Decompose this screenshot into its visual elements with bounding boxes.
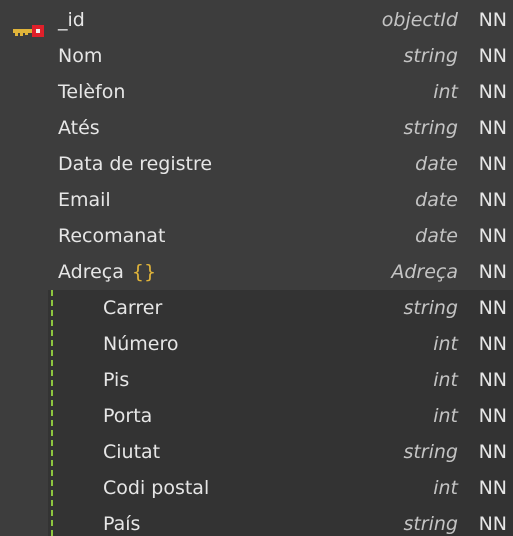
field-name-text: Adreça: [58, 261, 124, 283]
field-row-nom[interactable]: Nom string NN: [0, 38, 513, 74]
embedded-document-braces-icon[interactable]: {}: [132, 261, 156, 283]
field-name: Recomanat: [58, 225, 166, 247]
not-null-flag: NN: [478, 153, 507, 175]
field-type: Adreça: [391, 261, 458, 283]
not-null-flag: NN: [478, 477, 507, 499]
field-name: _id: [58, 9, 85, 31]
subfield-name: Ciutat: [103, 441, 161, 463]
not-null-flag: NN: [478, 261, 507, 283]
not-null-flag: NN: [478, 81, 507, 103]
field-type: string: [403, 45, 458, 67]
not-null-flag: NN: [478, 441, 507, 463]
field-name: Telèfon: [58, 81, 126, 103]
field-row-adreca[interactable]: Adreça {} Adreça NN: [0, 254, 513, 290]
subfield-row-numero[interactable]: Número int NN: [0, 326, 513, 362]
field-name: Atés: [58, 117, 100, 139]
field-row-ates[interactable]: Atés string NN: [0, 110, 513, 146]
field-row-data-de-registre[interactable]: Data de registre date NN: [0, 146, 513, 182]
not-null-flag: NN: [478, 297, 507, 319]
subfield-type: string: [403, 513, 458, 535]
subfield-name: País: [103, 513, 141, 535]
not-null-flag: NN: [478, 405, 507, 427]
subfield-row-pis[interactable]: Pis int NN: [0, 362, 513, 398]
subfield-type: string: [403, 297, 458, 319]
subfield-row-ciutat[interactable]: Ciutat string NN: [0, 434, 513, 470]
field-type: objectId: [381, 9, 458, 31]
subfield-type: int: [433, 333, 458, 355]
subfield-name: Porta: [103, 405, 153, 427]
field-type: string: [403, 117, 458, 139]
subfield-name: Número: [103, 333, 179, 355]
not-null-flag: NN: [478, 369, 507, 391]
field-row-id[interactable]: _id objectId NN: [0, 2, 513, 38]
field-name: Data de registre: [58, 153, 213, 175]
subfield-row-carrer[interactable]: Carrer string NN: [0, 290, 513, 326]
field-type: date: [415, 225, 458, 247]
key-icon: [13, 14, 45, 37]
subfield-type: int: [433, 369, 458, 391]
not-null-flag: NN: [478, 333, 507, 355]
subfield-row-porta[interactable]: Porta int NN: [0, 398, 513, 434]
subfield-type: int: [433, 405, 458, 427]
subfield-name: Pis: [103, 369, 130, 391]
not-null-flag: NN: [478, 9, 507, 31]
subfield-row-pais[interactable]: País string NN: [0, 506, 513, 536]
subfield-name: Carrer: [103, 297, 163, 319]
not-null-flag: NN: [478, 45, 507, 67]
field-type: date: [415, 189, 458, 211]
subfield-type: string: [403, 441, 458, 463]
field-row-telefon[interactable]: Telèfon int NN: [0, 74, 513, 110]
not-null-flag: NN: [478, 513, 507, 535]
subfield-row-codi-postal[interactable]: Codi postal int NN: [0, 470, 513, 506]
not-null-flag: NN: [478, 117, 507, 139]
field-name: Nom: [58, 45, 103, 67]
field-row-recomanat[interactable]: Recomanat date NN: [0, 218, 513, 254]
field-type: date: [415, 153, 458, 175]
field-type: int: [433, 81, 458, 103]
subfield-name: Codi postal: [103, 477, 210, 499]
field-row-email[interactable]: Email date NN: [0, 182, 513, 218]
subfield-type: int: [433, 477, 458, 499]
field-name: Email: [58, 189, 111, 211]
not-null-flag: NN: [478, 225, 507, 247]
field-name: Adreça {}: [58, 254, 156, 290]
not-null-flag: NN: [478, 189, 507, 211]
